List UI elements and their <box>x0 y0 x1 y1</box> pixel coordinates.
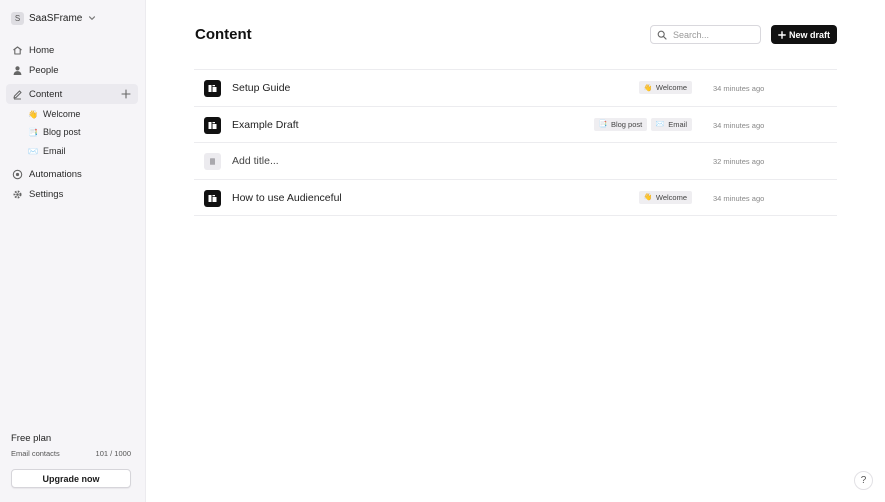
row-timestamp: 34 minutes ago <box>713 120 765 130</box>
row-timestamp: 32 minutes ago <box>713 157 765 166</box>
row-title: How to use Audienceful <box>232 191 342 204</box>
row-tags: 👋 Welcome <box>638 190 692 204</box>
sidebar: S SaaSFrame Home People Content 👋 Welcom… <box>0 0 146 502</box>
add-content-icon[interactable] <box>120 88 132 100</box>
sidebar-item-label: Home <box>29 44 55 56</box>
list-item[interactable]: Setup Guide 👋 Welcome 34 minutes ago <box>194 70 837 107</box>
sidebar-item-label: People <box>29 64 59 76</box>
waving-hand-icon: 👋 <box>643 84 653 92</box>
row-title: Add title... <box>232 155 279 167</box>
workspace-avatar: S <box>11 11 24 25</box>
sidebar-item-label: Automations <box>29 168 82 180</box>
home-icon <box>12 45 23 56</box>
email-contacts-value: 101 / 1000 <box>95 449 131 458</box>
new-draft-label: New draft <box>788 29 830 40</box>
workspace-name: SaaSFrame <box>29 12 83 24</box>
chevron-down-icon <box>87 14 96 23</box>
plan-title: Free plan <box>11 433 52 444</box>
sidebar-item-home[interactable]: Home <box>6 40 138 60</box>
sidebar-subitem-email[interactable]: ✉️ Email <box>28 143 66 159</box>
tag-label: Blog post <box>610 119 643 129</box>
email-contacts-usage: Email contacts 101 / 1000 <box>11 449 131 458</box>
tag: 👋 Welcome <box>638 190 692 204</box>
audienceful-logo-icon <box>204 189 221 207</box>
row-tags: 📑 Blog post ✉️ Email <box>593 117 692 131</box>
search-icon <box>657 30 667 40</box>
list-item[interactable]: Example Draft 📑 Blog post ✉️ Email 34 mi… <box>194 107 837 143</box>
tag-label: Welcome <box>655 192 687 202</box>
sidebar-item-content[interactable]: Content <box>6 84 138 104</box>
row-timestamp: 34 minutes ago <box>713 193 765 203</box>
person-icon <box>12 65 23 76</box>
page-title: Content <box>195 26 252 43</box>
edit-icon <box>12 89 23 100</box>
tag-label: Email <box>668 119 687 129</box>
waving-hand-icon: 👋 <box>28 109 38 119</box>
sidebar-subitem-label: Blog post <box>43 127 81 137</box>
row-tags: 👋 Welcome <box>638 81 692 94</box>
sidebar-item-settings[interactable]: Settings <box>6 184 138 204</box>
list-item[interactable]: How to use Audienceful 👋 Welcome 34 minu… <box>194 180 837 216</box>
gear-icon <box>12 189 23 200</box>
envelope-icon: ✉️ <box>28 146 38 156</box>
tag: 👋 Welcome <box>638 81 692 94</box>
sidebar-item-people[interactable]: People <box>6 60 138 80</box>
blank-document-icon <box>204 153 221 170</box>
help-button[interactable]: ? <box>854 471 873 490</box>
audienceful-logo-icon <box>204 80 221 97</box>
waving-hand-icon: 👋 <box>643 194 653 201</box>
document-icon: 📑 <box>28 127 38 137</box>
tag: 📑 Blog post <box>593 117 648 131</box>
envelope-icon: ✉️ <box>655 121 665 128</box>
content-list: Setup Guide 👋 Welcome 34 minutes ago Exa… <box>194 69 837 216</box>
row-title: Setup Guide <box>232 82 291 94</box>
document-icon: 📑 <box>598 121 608 128</box>
list-item[interactable]: Add title... 32 minutes ago <box>194 143 837 180</box>
tag: ✉️ Email <box>651 117 692 131</box>
audienceful-logo-icon <box>204 116 221 134</box>
workspace-switcher[interactable]: S SaaSFrame <box>11 10 96 26</box>
sidebar-item-label: Content <box>29 88 63 100</box>
search-input[interactable] <box>673 29 753 40</box>
email-contacts-label: Email contacts <box>11 449 60 458</box>
upgrade-button[interactable]: Upgrade now <box>11 469 131 488</box>
row-title: Example Draft <box>232 118 299 131</box>
new-draft-button[interactable]: New draft <box>771 25 837 44</box>
sidebar-subitem-label: Welcome <box>43 109 81 119</box>
sidebar-item-automations[interactable]: Automations <box>6 164 138 184</box>
sidebar-item-label: Settings <box>29 188 64 200</box>
row-timestamp: 34 minutes ago <box>713 84 765 93</box>
sidebar-subitem-welcome[interactable]: 👋 Welcome <box>28 106 80 122</box>
search-box[interactable] <box>650 25 761 44</box>
sidebar-subitem-label: Email <box>43 146 66 156</box>
automation-icon <box>12 169 23 180</box>
plus-icon <box>778 30 786 39</box>
tag-label: Welcome <box>655 83 687 92</box>
sidebar-subitem-blog-post[interactable]: 📑 Blog post <box>28 124 81 140</box>
